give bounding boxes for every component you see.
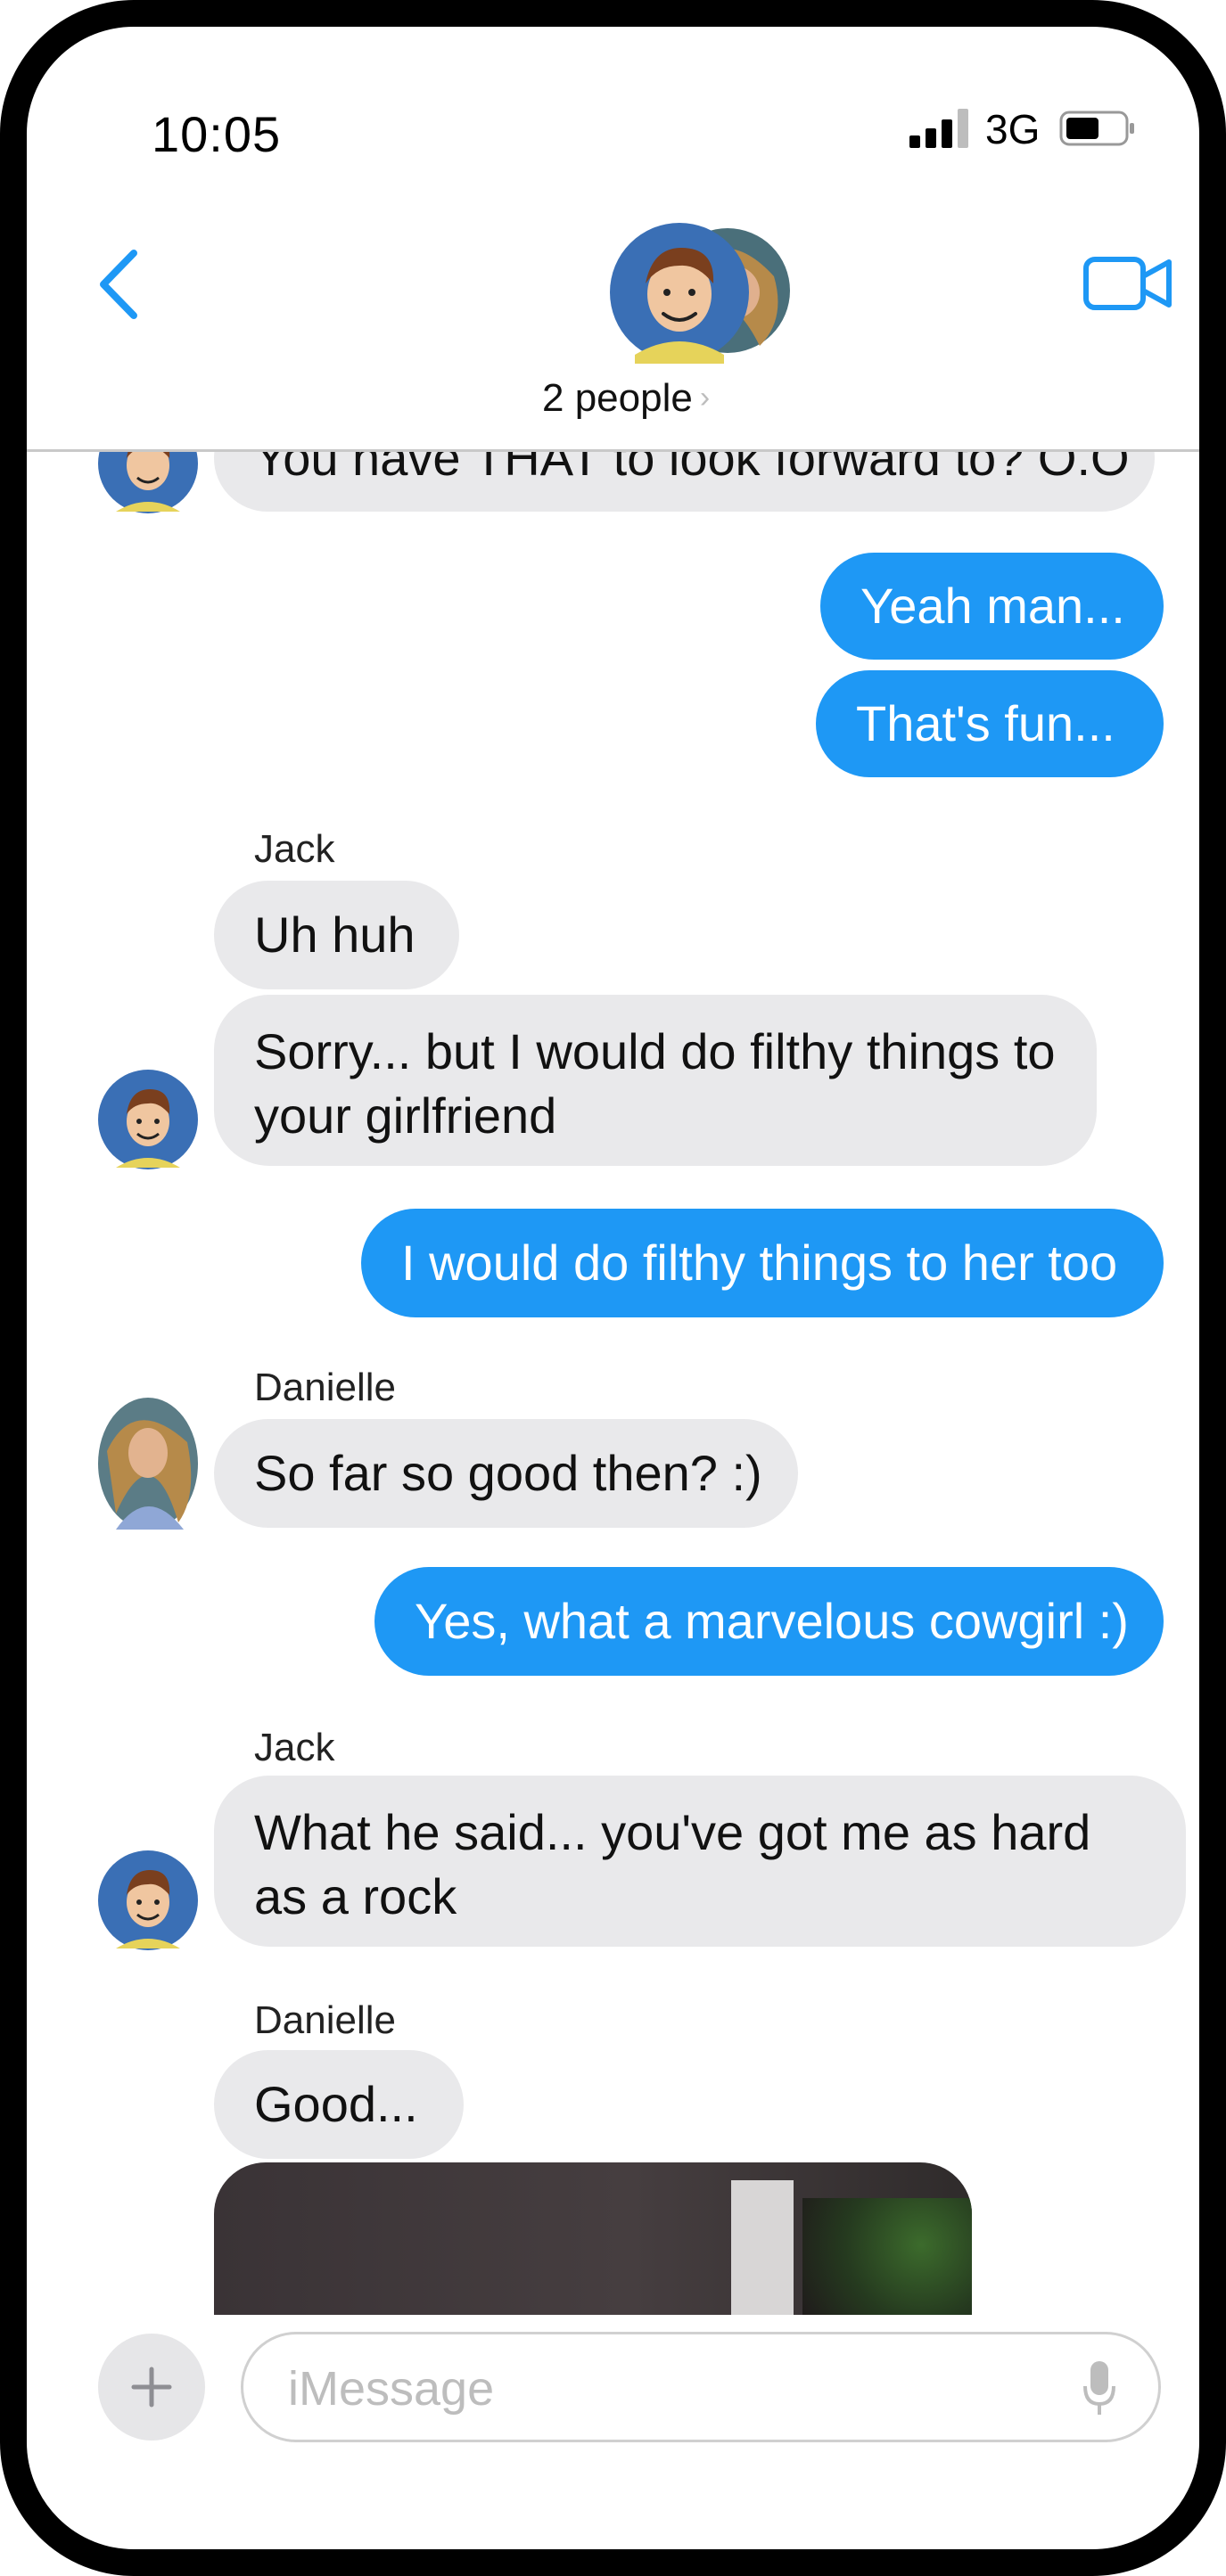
video-camera-icon[interactable] (1083, 257, 1173, 310)
photo-door-detail (731, 2180, 794, 2315)
add-button[interactable] (98, 2334, 205, 2441)
people-count: 2 people (542, 376, 693, 420)
back-chevron-icon[interactable] (96, 248, 141, 321)
jack-avatar (98, 452, 198, 513)
jack-avatar (98, 1070, 198, 1169)
message-input-placeholder: iMessage (288, 2362, 495, 2416)
jack-avatar (98, 1850, 198, 1950)
microphone-icon[interactable] (1082, 2359, 1117, 2416)
message-bubble: Yeah man... (820, 553, 1164, 660)
phone-frame: 10:05 3G 2 people › You have THAT to loo… (0, 0, 1226, 2576)
message-bubble: You have THAT to look forward to? O.O (214, 452, 1155, 512)
group-avatars[interactable] (608, 221, 795, 364)
message-bubble: That's fun... (816, 670, 1164, 777)
conversation-title[interactable]: 2 people › (542, 376, 738, 421)
message-bubble: Sorry... but I would do filthy things to… (214, 995, 1097, 1166)
photo-plant-detail (802, 2198, 972, 2315)
plus-icon (131, 2367, 172, 2408)
sender-name: Jack (254, 827, 335, 871)
message-bubble: So far so good then? :) (214, 1419, 798, 1528)
chevron-right-icon: › (699, 381, 711, 414)
message-bubble: I would do filthy things to her too (361, 1209, 1164, 1317)
message-bubble: Uh huh (214, 881, 459, 989)
danielle-avatar (98, 1398, 198, 1530)
message-bubble: What he said... you've got me as hard as… (214, 1776, 1186, 1947)
message-bubble: Good... (214, 2050, 464, 2159)
network-label: 3G (985, 106, 1041, 152)
message-bubble: Yes, what a marvelous cowgirl :) (374, 1567, 1164, 1676)
photo-attachment[interactable] (214, 2162, 972, 2315)
battery-icon (1059, 111, 1134, 146)
signal-icon (909, 109, 968, 148)
message-input[interactable]: iMessage (241, 2332, 1161, 2442)
sender-name: Danielle (254, 1366, 396, 1409)
sender-name: Jack (254, 1726, 335, 1769)
sender-name: Danielle (254, 1998, 396, 2042)
message-list[interactable]: You have THAT to look forward to? O.O Ye… (27, 452, 1199, 2315)
status-time: 10:05 (152, 106, 282, 162)
